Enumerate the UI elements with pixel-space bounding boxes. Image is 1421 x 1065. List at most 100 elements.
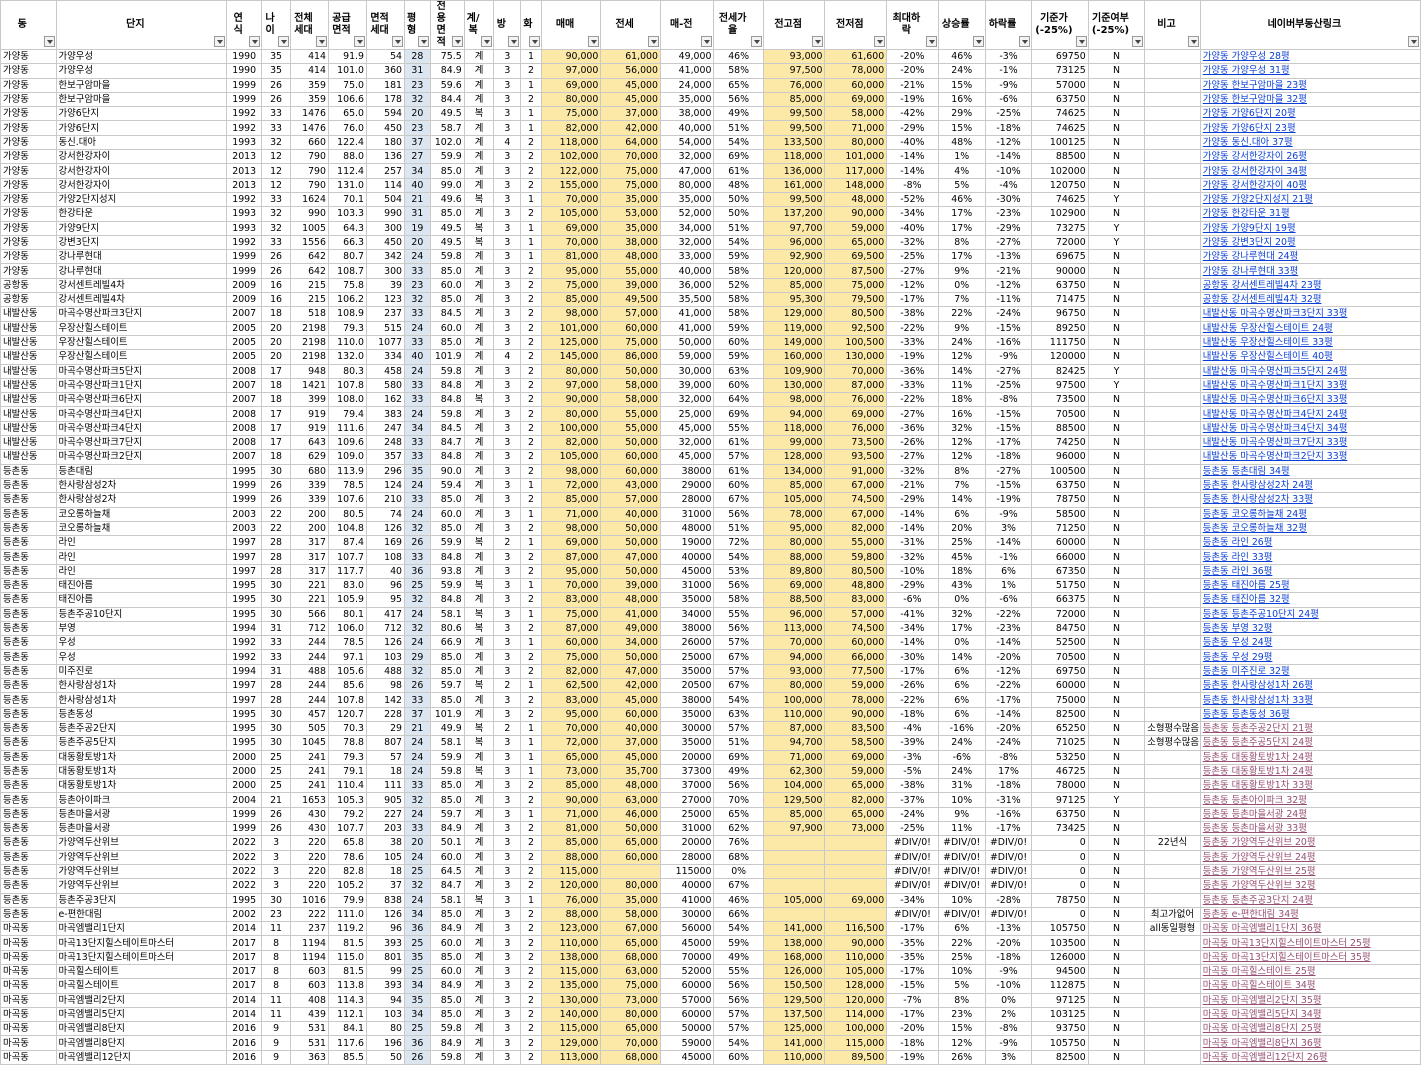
naver-realestate-link[interactable]: 가양동 한보구암마을 32평 <box>1199 91 1421 108</box>
naver-realestate-link[interactable]: 등촌동 라인 36평 <box>1199 563 1421 579</box>
filter-dropdown-icon[interactable] <box>451 36 463 47</box>
naver-realestate-link[interactable]: 등촌동 코오롱하늘채 24평 <box>1199 506 1421 522</box>
column-header[interactable]: 공급면적 <box>327 0 368 50</box>
naver-realestate-link[interactable]: 마곡동 마곡엠밸리8단지 25평 <box>1199 1021 1421 1037</box>
naver-realestate-link[interactable]: 등촌동 태진아름 25평 <box>1199 577 1421 594</box>
naver-realestate-link[interactable]: 내발산동 우장산힐스테이트 33평 <box>1199 334 1421 351</box>
naver-realestate-link[interactable]: 내발산동 마곡수명산파크2단지 33평 <box>1199 449 1421 465</box>
naver-realestate-link[interactable]: 등촌동 한사랑삼성1차 33평 <box>1199 692 1421 708</box>
filter-dropdown-icon[interactable] <box>354 36 365 47</box>
naver-realestate-link[interactable]: 등촌동 미주진로 32평 <box>1199 663 1421 680</box>
naver-realestate-link[interactable]: 가양동 가양2단지성지 21평 <box>1199 191 1421 208</box>
naver-realestate-link[interactable]: 등촌동 가양역두산위브 20평 <box>1199 835 1421 851</box>
naver-realestate-link[interactable]: 등촌동 우성 24평 <box>1199 635 1421 651</box>
naver-realestate-link[interactable]: 마곡동 마곡엠밸리12단지 26평 <box>1199 1049 1421 1065</box>
filter-dropdown-icon[interactable] <box>214 36 226 47</box>
filter-dropdown-icon[interactable] <box>392 36 404 47</box>
filter-dropdown-icon[interactable] <box>528 36 540 47</box>
column-header[interactable]: 전고점 <box>762 0 826 50</box>
filter-dropdown-icon[interactable] <box>750 36 762 47</box>
naver-realestate-link[interactable]: 등촌동 등촌대림 34평 <box>1199 463 1421 479</box>
filter-dropdown-icon[interactable] <box>874 36 886 47</box>
naver-realestate-link[interactable]: 등촌동 등촌주공2단지 21평 <box>1199 720 1421 737</box>
filter-dropdown-icon[interactable] <box>1408 36 1419 47</box>
column-header[interactable]: 평형 <box>404 0 431 50</box>
column-header[interactable]: 기준가(-25%) <box>1031 0 1089 50</box>
naver-realestate-link[interactable]: 등촌동 등촌동성 36평 <box>1199 706 1421 722</box>
filter-dropdown-icon[interactable] <box>481 36 493 47</box>
column-header[interactable]: 전용면적 <box>429 0 465 50</box>
naver-realestate-link[interactable]: 마곡동 마곡엠밸리5단지 34평 <box>1199 1006 1421 1023</box>
naver-realestate-link[interactable]: 마곡동 마곡13단지힐스테이트마스터 25평 <box>1199 935 1421 951</box>
filter-dropdown-icon[interactable] <box>43 36 55 47</box>
column-header[interactable]: 나이 <box>261 0 291 50</box>
naver-realestate-link[interactable]: 등촌동 등촌마을서광 24평 <box>1199 806 1421 823</box>
naver-realestate-link[interactable]: 가양동 한보구암마을 23평 <box>1199 77 1421 93</box>
naver-realestate-link[interactable]: 마곡동 마곡힐스테이트 25평 <box>1199 963 1421 980</box>
naver-realestate-link[interactable]: 마곡동 마곡엠밸리2단지 35평 <box>1199 992 1421 1008</box>
column-header[interactable]: 단지 <box>55 0 228 50</box>
naver-realestate-link[interactable]: 가양동 가양6단지 23평 <box>1199 120 1421 136</box>
naver-realestate-link[interactable]: 내발산동 마곡수명산파크1단지 33평 <box>1199 377 1421 394</box>
naver-realestate-link[interactable]: 등촌동 대동황토방1차 24평 <box>1199 749 1421 765</box>
column-header[interactable]: 방 <box>493 0 522 50</box>
filter-dropdown-icon[interactable] <box>417 36 429 47</box>
naver-realestate-link[interactable]: 내발산동 마곡수명산파크3단지 33평 <box>1199 306 1421 322</box>
naver-realestate-link[interactable]: 내발산동 마곡수명산파크5단지 24평 <box>1199 363 1421 379</box>
filter-dropdown-icon[interactable] <box>1075 36 1087 47</box>
naver-realestate-link[interactable]: 마곡동 마곡13단지힐스테이트마스터 35평 <box>1199 949 1421 966</box>
naver-realestate-link[interactable]: 가양동 강서한강자이 26평 <box>1199 149 1421 165</box>
naver-realestate-link[interactable]: 가양동 강서한강자이 40평 <box>1199 177 1421 193</box>
column-header[interactable]: 최대하락 <box>886 0 939 50</box>
naver-realestate-link[interactable]: 공항동 강서센트레빌4차 23평 <box>1199 277 1421 294</box>
naver-realestate-link[interactable]: 등촌동 등촌주공10단지 24평 <box>1199 606 1421 622</box>
naver-realestate-link[interactable]: 등촌동 코오롱하늘채 32평 <box>1199 520 1421 537</box>
naver-realestate-link[interactable]: 등촌동 라인 26평 <box>1199 535 1421 551</box>
naver-realestate-link[interactable]: 등촌동 우성 29평 <box>1199 649 1421 665</box>
filter-dropdown-icon[interactable] <box>588 36 600 47</box>
naver-realestate-link[interactable]: 가양동 강나루현대 24평 <box>1199 249 1421 265</box>
column-header[interactable]: 전체세대 <box>289 0 329 50</box>
naver-realestate-link[interactable]: 공항동 강서센트레빌4차 32평 <box>1199 292 1421 308</box>
filter-dropdown-icon[interactable] <box>648 36 659 47</box>
naver-realestate-link[interactable]: 등촌동 등촌주공5단지 24평 <box>1199 735 1421 751</box>
naver-realestate-link[interactable]: 등촌동 대동황토방1차 24평 <box>1199 763 1421 780</box>
filter-dropdown-icon[interactable] <box>1187 36 1199 47</box>
filter-dropdown-icon[interactable] <box>1132 36 1144 47</box>
naver-realestate-link[interactable]: 등촌동 한사랑삼성2차 33평 <box>1199 492 1421 508</box>
column-header[interactable]: 기준여부(-25%) <box>1087 0 1146 50</box>
column-header[interactable]: 하락률 <box>984 0 1033 50</box>
column-header[interactable]: 네이버부동산링크 <box>1199 0 1421 50</box>
naver-realestate-link[interactable]: 가양동 가양9단지 19평 <box>1199 220 1421 236</box>
naver-realestate-link[interactable]: 가양동 가양우성 28평 <box>1199 48 1421 65</box>
naver-realestate-link[interactable]: 마곡동 마곡힐스테이트 34평 <box>1199 978 1421 994</box>
naver-realestate-link[interactable]: 내발산동 마곡수명산파크6단지 33평 <box>1199 392 1421 408</box>
column-header[interactable]: 전세가율 <box>713 0 764 50</box>
naver-realestate-link[interactable]: 가양동 강변3단지 20평 <box>1199 234 1421 251</box>
naver-realestate-link[interactable]: 가양동 동신.대아 37평 <box>1199 134 1421 151</box>
column-header[interactable]: 전저점 <box>824 0 888 50</box>
naver-realestate-link[interactable]: 마곡동 마곡엠밸리8단지 36평 <box>1199 1035 1421 1051</box>
naver-realestate-link[interactable]: 등촌동 e-편한대림 34평 <box>1199 906 1421 923</box>
naver-realestate-link[interactable]: 마곡동 마곡엠밸리1단지 36평 <box>1199 921 1421 937</box>
column-header[interactable]: 상승률 <box>937 0 986 50</box>
column-header[interactable]: 매-전 <box>659 0 715 50</box>
naver-realestate-link[interactable]: 등촌동 가양역두산위브 24평 <box>1199 849 1421 865</box>
column-header[interactable]: 화 <box>520 0 542 50</box>
column-header[interactable]: 연식 <box>226 0 263 50</box>
column-header[interactable]: 면적세대 <box>365 0 406 50</box>
naver-realestate-link[interactable]: 등촌동 라인 33평 <box>1199 549 1421 565</box>
naver-realestate-link[interactable]: 등촌동 등촌마을서광 33평 <box>1199 821 1421 837</box>
filter-dropdown-icon[interactable] <box>277 36 289 47</box>
column-header[interactable]: 전세 <box>600 0 661 50</box>
filter-dropdown-icon[interactable] <box>925 36 937 47</box>
filter-dropdown-icon[interactable] <box>249 36 261 47</box>
naver-realestate-link[interactable]: 내발산동 우장산힐스테이트 40평 <box>1199 349 1421 365</box>
filter-dropdown-icon[interactable] <box>812 36 824 47</box>
naver-realestate-link[interactable]: 가양동 가양우성 31평 <box>1199 63 1421 79</box>
naver-realestate-link[interactable]: 등촌동 가양역두산위브 25평 <box>1199 863 1421 880</box>
naver-realestate-link[interactable]: 등촌동 한사랑삼성1차 26평 <box>1199 678 1421 694</box>
naver-realestate-link[interactable]: 등촌동 부영 32평 <box>1199 620 1421 637</box>
naver-realestate-link[interactable]: 등촌동 등촌주공3단지 24평 <box>1199 892 1421 908</box>
filter-dropdown-icon[interactable] <box>972 36 984 47</box>
